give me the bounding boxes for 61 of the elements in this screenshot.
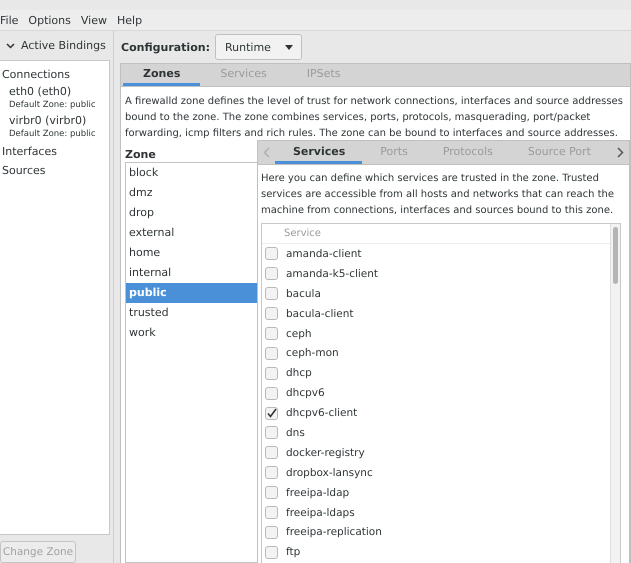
checkbox[interactable] <box>265 486 278 500</box>
service-name: amanda-client <box>286 248 362 260</box>
checkbox[interactable] <box>265 526 278 539</box>
service-name: bacula <box>286 288 321 300</box>
checkbox[interactable] <box>265 247 278 260</box>
zone-item[interactable]: trusted <box>126 303 257 323</box>
tab[interactable]: Zones <box>123 64 200 86</box>
service-name: dhcp <box>286 367 312 380</box>
menu-item[interactable]: View <box>80 14 113 26</box>
menu-item[interactable]: Options <box>28 14 77 26</box>
menu-item[interactable]: File <box>0 14 24 26</box>
service-name: freeipa-ldaps <box>286 506 355 519</box>
menu-item[interactable]: Help <box>116 14 148 26</box>
service-name: ceph <box>286 328 312 340</box>
service-name: docker-registry <box>286 446 365 459</box>
service-name: dhcpv6 <box>286 387 325 400</box>
connection-zone: Default Zone: public <box>9 129 97 140</box>
zone-item[interactable]: internal <box>126 263 257 283</box>
service-name: ftp <box>286 546 300 558</box>
service-name: amanda-k5-client <box>286 268 378 280</box>
checkbox[interactable] <box>265 287 278 300</box>
zone-item[interactable]: home <box>126 243 257 263</box>
configuration-label: Configuration: <box>121 40 210 54</box>
binding-section[interactable]: Interfaces <box>0 142 109 162</box>
zone-item[interactable]: external <box>126 223 257 243</box>
tab[interactable]: Services <box>275 141 362 164</box>
zone-item[interactable]: block <box>126 163 257 183</box>
service-name: dns <box>286 426 305 439</box>
checkbox[interactable] <box>265 466 278 480</box>
checkbox[interactable] <box>265 546 278 559</box>
services-description: Here you can define which services are trusted in the zone. Trusted services are accessible from all hosts and networks that can reach the machine from connections, interfaces and sources bound to this zone. <box>260 172 615 218</box>
service-name: freeipa-ldap <box>286 486 350 499</box>
service-name: bacula-client <box>286 308 354 320</box>
connection-name[interactable]: eth0 (eth0) <box>9 85 109 98</box>
zone-description: A firewalld zone defines the level of trust for network connections, interfaces and source addresses bound to the zone. The zone combines services, ports, protocols, masquerading, port/packet forwarding, icmp filters and rich rules. The zone can be bound to interfaces and source addresses. <box>124 95 624 141</box>
connection-zone: Default Zone: public <box>9 100 97 110</box>
service-name: dhcpv6-client <box>286 407 358 420</box>
checkbox[interactable] <box>265 446 278 460</box>
binding-section[interactable]: Sources <box>0 161 109 180</box>
checkbox[interactable] <box>265 267 278 280</box>
checkbox[interactable] <box>265 506 278 520</box>
zone-heading: Zone <box>125 148 157 162</box>
binding-section[interactable]: Connections <box>0 65 109 84</box>
zone-item[interactable]: work <box>126 323 257 343</box>
service-name: freeipa-replication <box>286 526 382 538</box>
dropdown-arrow-icon <box>284 44 293 50</box>
checkbox[interactable] <box>265 327 278 340</box>
configuration-dropdown[interactable]: Runtime <box>214 34 302 60</box>
service-name: ceph-mon <box>286 347 339 360</box>
zone-item[interactable]: drop <box>126 203 257 223</box>
checkbox[interactable] <box>265 386 278 400</box>
checkbox[interactable] <box>265 366 278 380</box>
zone-item[interactable]: dmz <box>126 183 257 203</box>
scrollbar[interactable] <box>610 224 620 563</box>
connection-name[interactable]: virbr0 (virbr0) <box>9 114 109 128</box>
service-name: dropbox-lansync <box>286 466 373 479</box>
active-bindings-toggle[interactable]: Active Bindings <box>0 31 110 60</box>
checkbox[interactable] <box>265 346 278 360</box>
checkbox[interactable] <box>265 307 278 320</box>
checkbox[interactable] <box>265 426 278 440</box>
checkbox[interactable] <box>265 406 278 420</box>
